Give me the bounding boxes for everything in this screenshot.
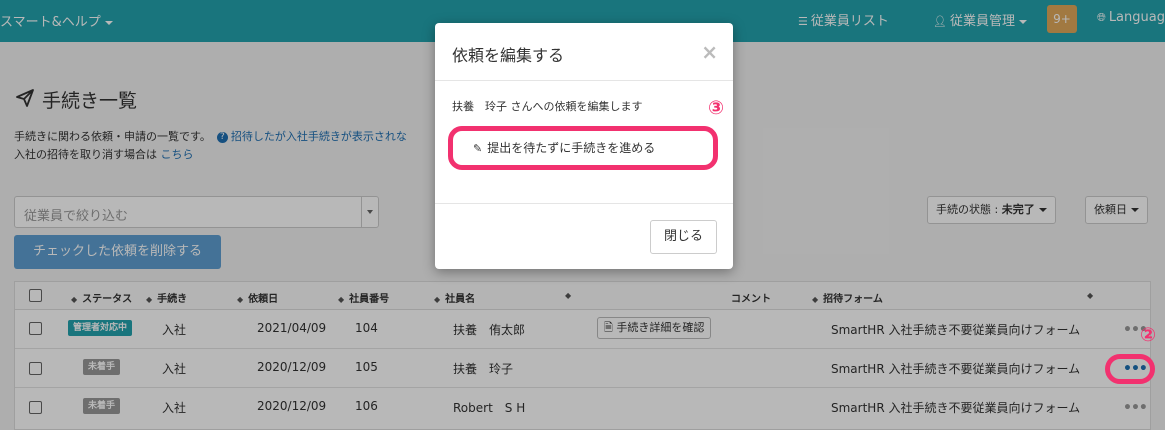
modal-title: 依頼を編集する xyxy=(452,46,565,65)
step-2-marker: ② xyxy=(1140,324,1157,346)
close-button[interactable]: 閉じる xyxy=(650,220,717,254)
modal-description: 扶養 玲子 さんへの依頼を編集します xyxy=(452,100,643,113)
proceed-button-label: 提出を待たずに手続きを進める xyxy=(487,141,656,155)
pencil-icon: ✎ xyxy=(473,142,483,155)
close-icon[interactable]: × xyxy=(701,40,718,64)
highlight-ring xyxy=(1105,354,1155,384)
proceed-without-submission-button[interactable]: ✎ 提出を待たずに手続きを進める xyxy=(448,126,718,170)
modal-header: 依頼を編集する × xyxy=(435,23,733,81)
step-3-marker: ③ xyxy=(708,97,725,119)
modal-footer: 閉じる xyxy=(435,203,733,269)
edit-request-modal: 依頼を編集する × 扶養 玲子 さんへの依頼を編集します ③ ✎ 提出を待たずに手… xyxy=(435,23,733,269)
